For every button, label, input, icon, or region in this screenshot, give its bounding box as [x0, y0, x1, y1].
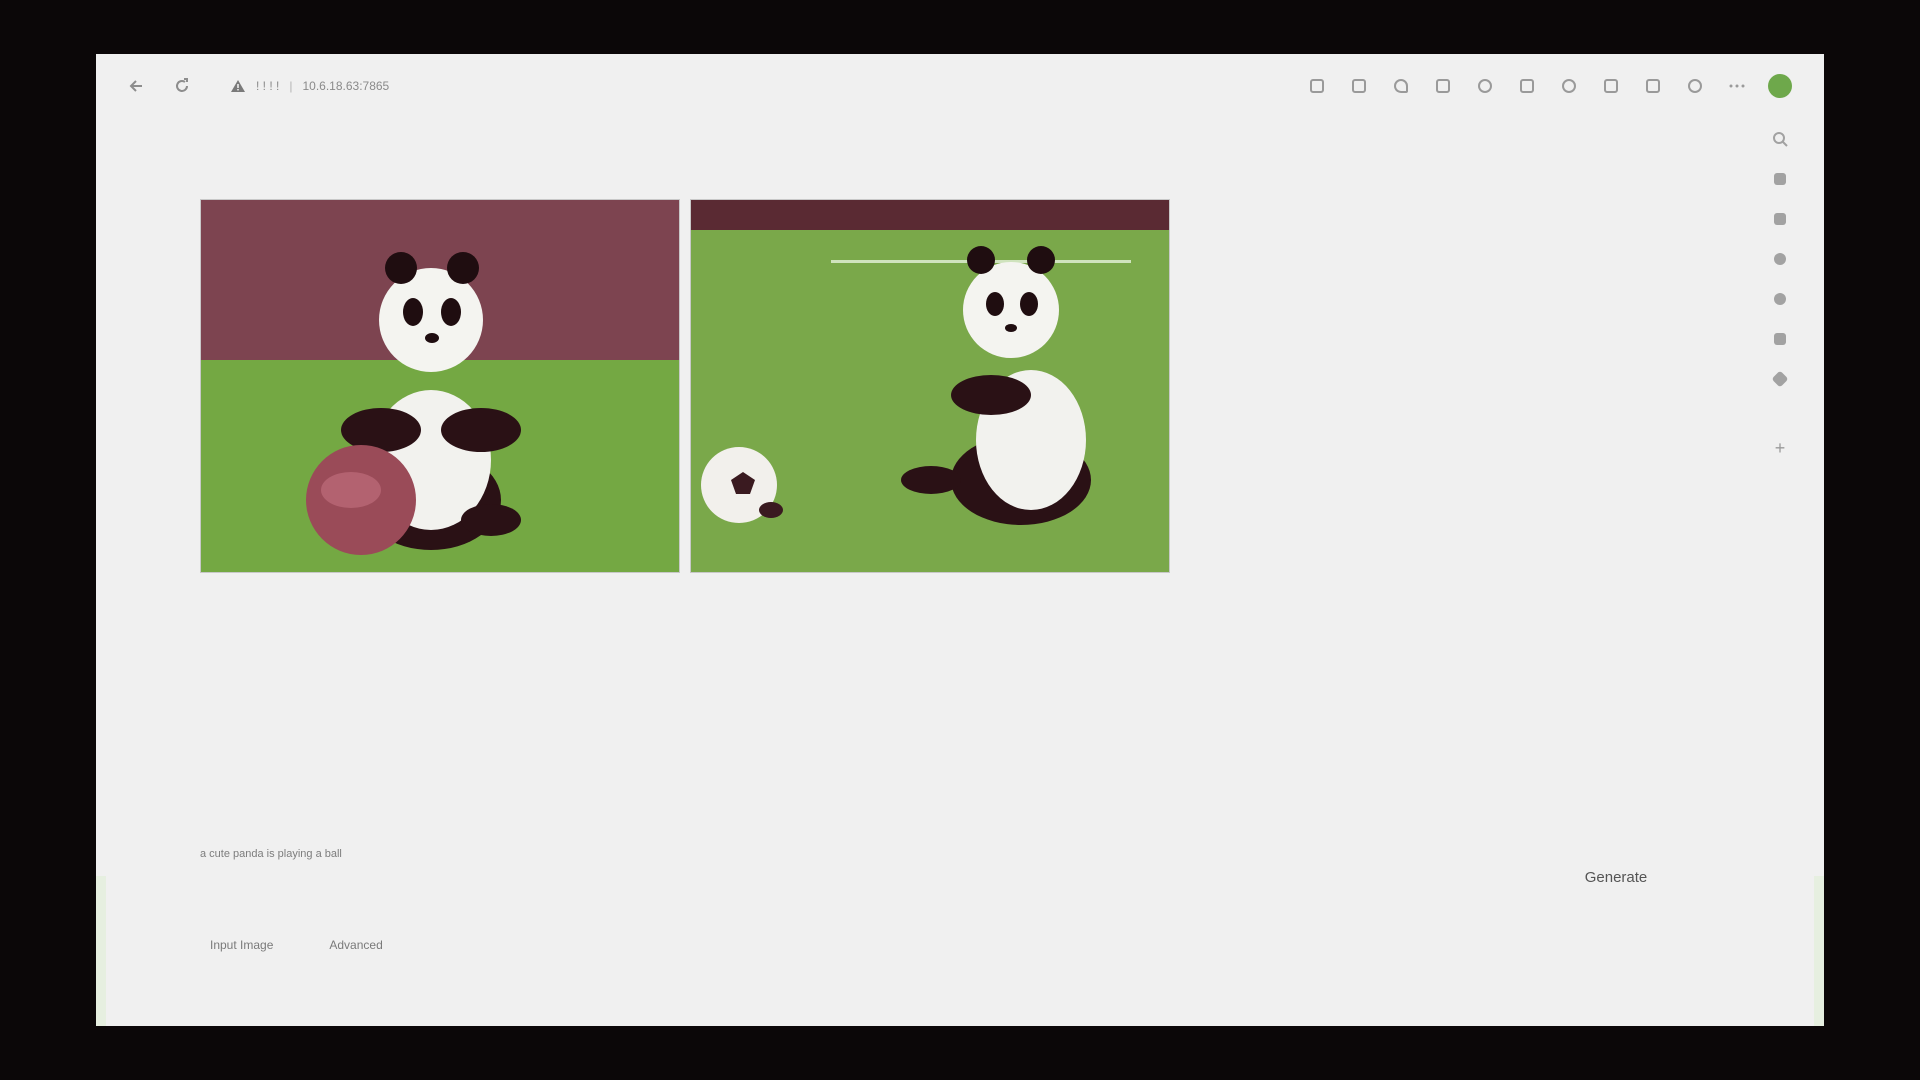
collections-icon[interactable]: [1600, 75, 1622, 97]
toolbar-right: [1306, 74, 1792, 98]
panda-ball-image-1[interactable]: [200, 199, 680, 573]
ext-2-icon[interactable]: [1474, 75, 1496, 97]
profile-avatar-icon[interactable]: [1768, 74, 1792, 98]
options-tabs: Input Image Advanced: [210, 938, 383, 952]
send-icon[interactable]: [1770, 368, 1790, 390]
briefcase-icon[interactable]: [1770, 208, 1790, 230]
circle-icon[interactable]: [1770, 288, 1790, 310]
translate-icon[interactable]: [1306, 75, 1328, 97]
address-bar[interactable]: ! ! ! ! | 10.6.18.63:7865: [230, 79, 389, 93]
copilot-icon[interactable]: [1684, 75, 1706, 97]
outlook-icon[interactable]: [1770, 328, 1790, 350]
tab-advanced[interactable]: Advanced: [329, 938, 382, 952]
tab-input-image[interactable]: Input Image: [210, 938, 273, 952]
search-icon[interactable]: [1770, 128, 1790, 150]
toolbar-left: ! ! ! ! | 10.6.18.63:7865: [124, 74, 389, 98]
browser-toolbar: ! ! ! ! | 10.6.18.63:7865: [96, 54, 1824, 118]
tag-icon[interactable]: [1770, 168, 1790, 190]
browser-window: ! ! ! ! | 10.6.18.63:7865 + a cute panda…: [96, 54, 1824, 1026]
address-url: 10.6.18.63:7865: [302, 79, 390, 93]
favorite-icon[interactable]: [1390, 75, 1412, 97]
favorites-icon[interactable]: [1558, 75, 1580, 97]
sidebar-add-button[interactable]: +: [1775, 438, 1786, 459]
ext-1-icon[interactable]: [1432, 75, 1454, 97]
address-warning-text: ! ! ! !: [256, 79, 280, 93]
image-gallery: [200, 199, 1170, 573]
people-icon[interactable]: [1770, 248, 1790, 270]
warning-icon: [231, 80, 245, 92]
prompt-textbox[interactable]: a cute panda is playing a ball: [200, 848, 342, 860]
split-screen-icon[interactable]: [1516, 75, 1538, 97]
address-separator: |: [289, 79, 293, 93]
back-arrow-icon[interactable]: [124, 74, 148, 98]
generate-button[interactable]: Generate: [1536, 862, 1696, 892]
panda-ball-image-2[interactable]: [690, 199, 1170, 573]
share-icon[interactable]: [1642, 75, 1664, 97]
read-aloud-icon[interactable]: [1348, 75, 1370, 97]
edge-sidebar: +: [1760, 118, 1800, 459]
more-icon[interactable]: [1726, 75, 1748, 97]
reload-icon[interactable]: [170, 74, 194, 98]
